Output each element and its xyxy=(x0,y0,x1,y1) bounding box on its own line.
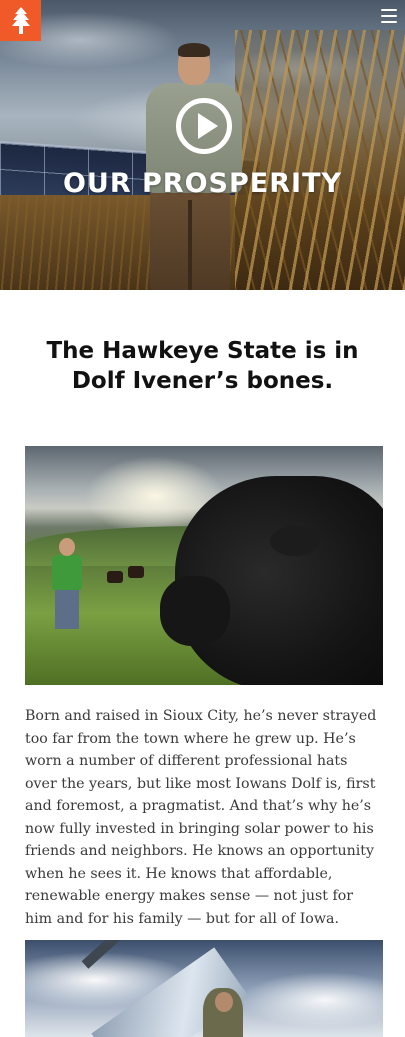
cornstalks-image xyxy=(235,30,405,290)
hero-title: OUR PROSPERITY xyxy=(62,168,343,199)
article-headline: The Hawkeye State is in Dolf Ivener’s bo… xyxy=(46,338,359,394)
tree-icon xyxy=(11,6,30,34)
hero-video[interactable]: OUR PROSPERITY xyxy=(0,0,405,290)
solar-install-photo xyxy=(25,940,383,1037)
play-icon[interactable] xyxy=(176,98,232,154)
boy-and-cow-photo xyxy=(25,446,383,685)
logo-tree-icon[interactable] xyxy=(0,0,41,41)
hamburger-menu-icon[interactable] xyxy=(381,9,397,23)
article-body: Born and raised in Sioux City, he’s neve… xyxy=(25,708,377,927)
